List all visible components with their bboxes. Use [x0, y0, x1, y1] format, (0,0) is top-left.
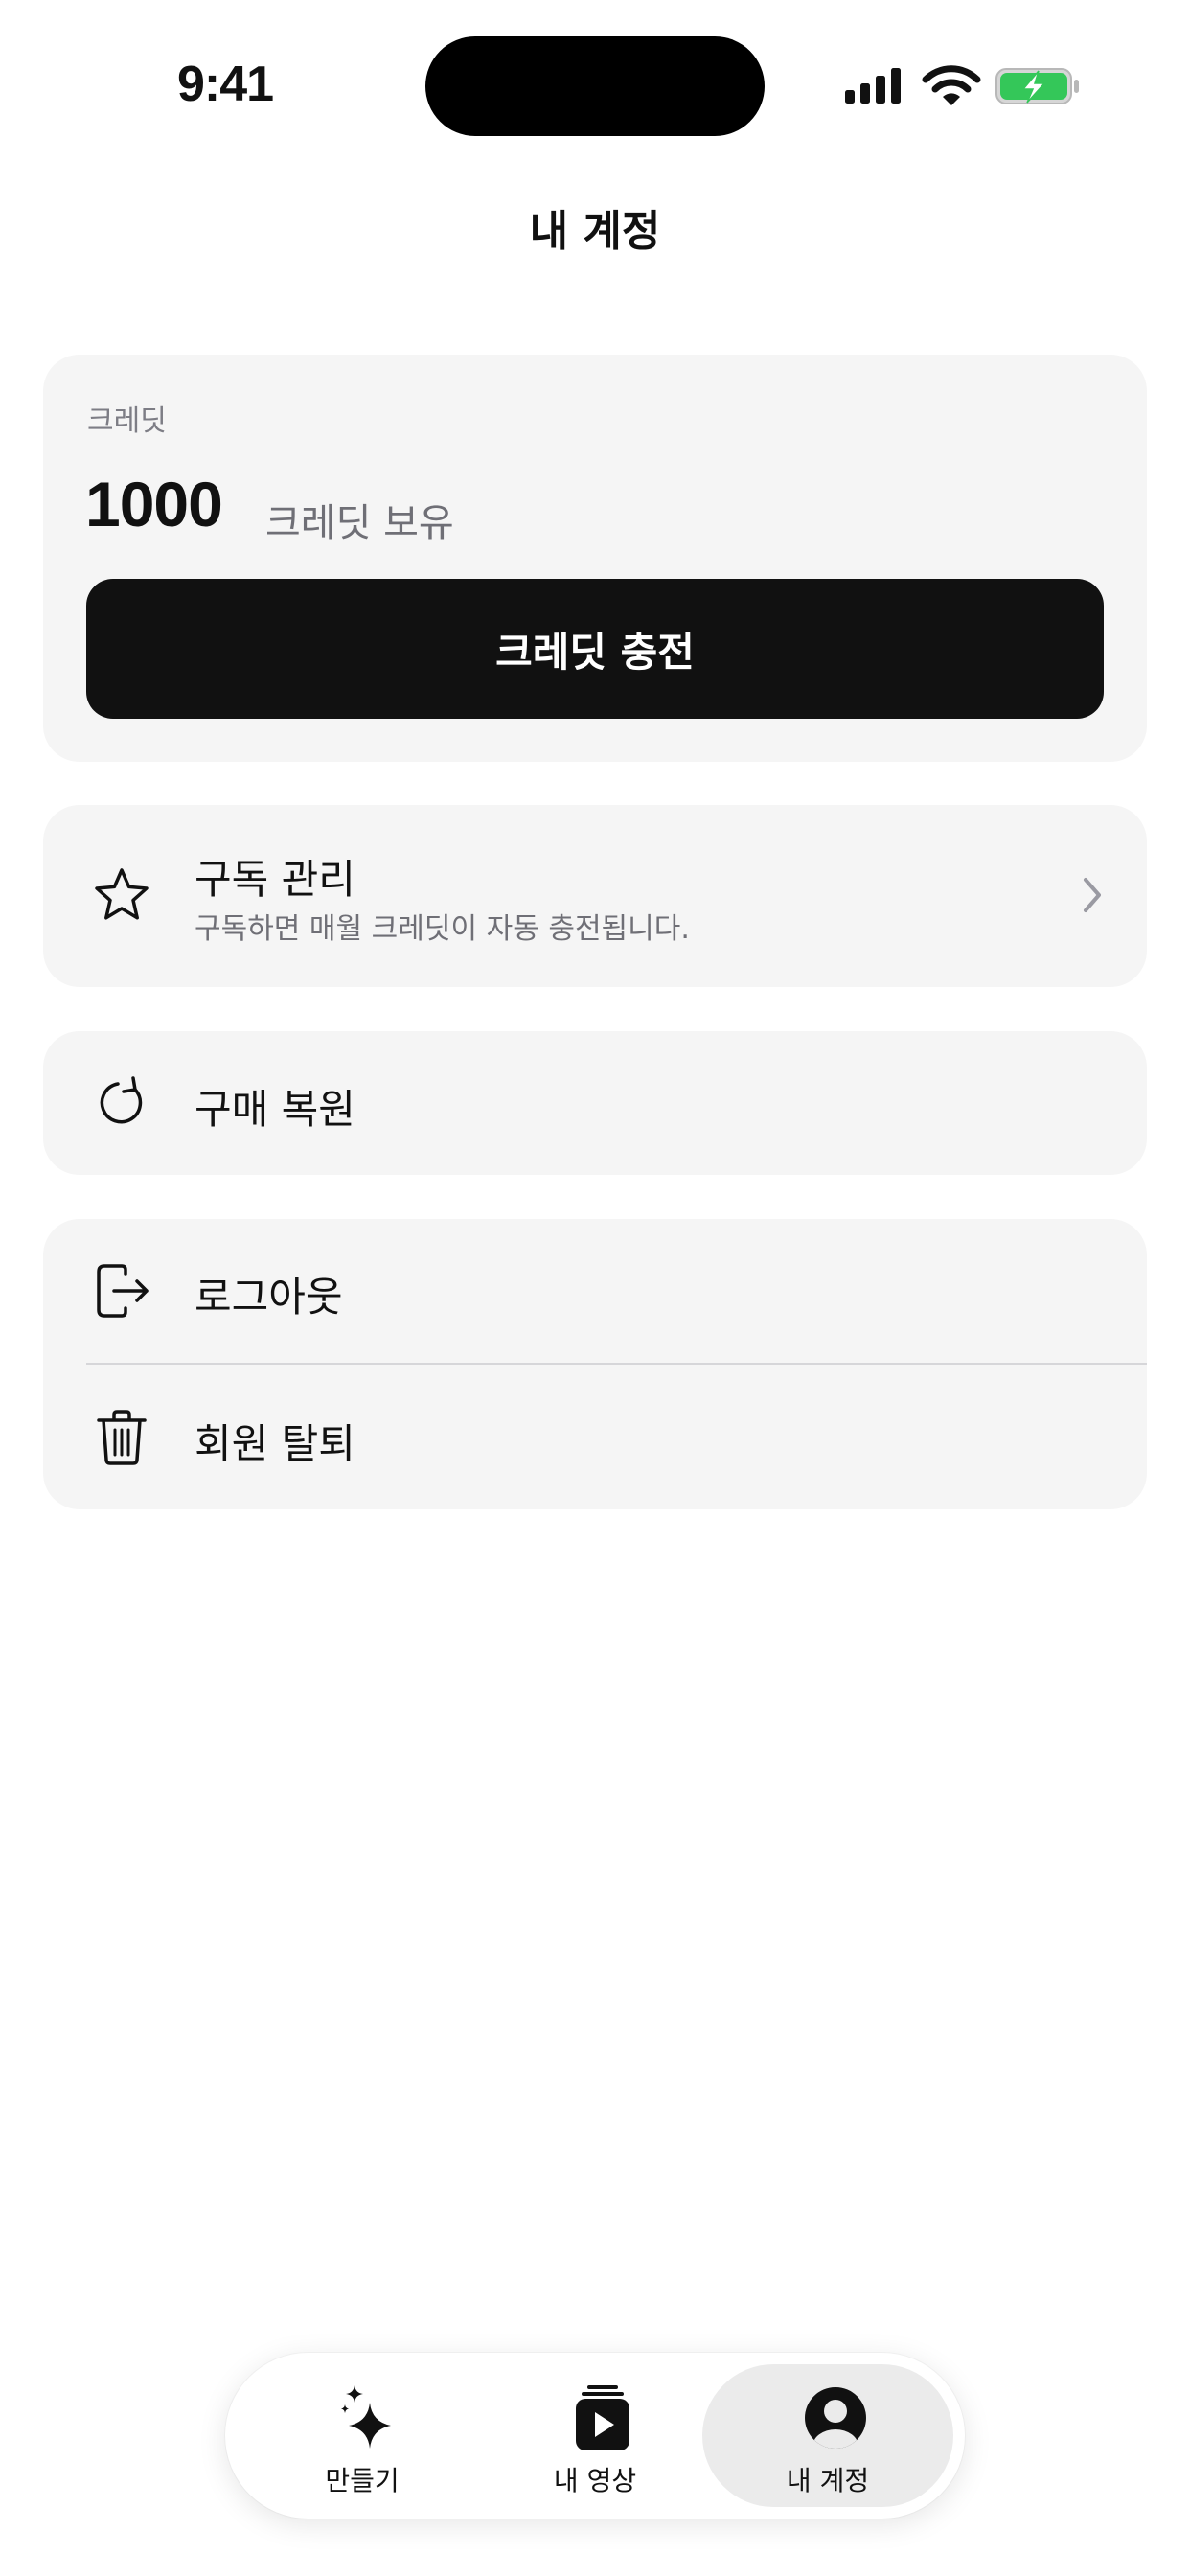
tab-my-account[interactable]: 내 계정 — [702, 2364, 953, 2507]
withdraw-row[interactable]: 회원 탈퇴 — [43, 1365, 1147, 1509]
logout-label: 로그아웃 — [195, 1274, 343, 1321]
withdraw-label: 회원 탈퇴 — [195, 1420, 355, 1467]
star-icon — [95, 868, 149, 920]
restore-purchases-row[interactable]: 구매 복원 — [43, 1031, 1147, 1175]
tab-my-account-label: 내 계정 — [786, 2465, 870, 2496]
subscription-description: 구독하면 매월 크레딧이 자동 충전됩니다. — [195, 912, 690, 946]
user-avatar-icon — [805, 2387, 866, 2449]
page-title: 내 계정 — [529, 207, 661, 256]
logout-icon — [97, 1264, 149, 1318]
account-actions-card: 로그아웃 회원 탈퇴 — [43, 1219, 1147, 1509]
cellular-signal-icon — [845, 68, 901, 104]
credit-card: 크레딧 1000 크레딧 보유 크레딧 충전 — [43, 355, 1147, 762]
account-screen: 9:41 내 계정 크레딧 1000 크레딧 보유 크레딧 충전 구독 관리 구… — [0, 0, 1190, 2576]
chevron-right-icon — [1084, 878, 1101, 912]
credit-label: 크레딧 — [87, 404, 167, 438]
tab-create-label: 만들기 — [325, 2465, 400, 2496]
credit-amount-suffix: 크레딧 보유 — [265, 501, 454, 545]
logout-row[interactable]: 로그아웃 — [43, 1219, 1147, 1363]
subscription-title: 구독 관리 — [195, 856, 355, 903]
tab-create[interactable]: 만들기 — [237, 2364, 488, 2507]
video-stack-icon — [576, 2385, 629, 2450]
refresh-icon — [100, 1076, 143, 1124]
restore-label: 구매 복원 — [195, 1086, 355, 1133]
tab-bar: 만들기 내 영상 내 계정 — [225, 2353, 965, 2518]
status-time: 9:41 — [176, 57, 274, 112]
charge-credits-button[interactable]: 크레딧 충전 — [86, 579, 1104, 719]
wifi-icon — [922, 65, 981, 105]
battery-charging-icon — [995, 68, 1079, 104]
sparkles-icon — [341, 2385, 391, 2449]
dynamic-island — [425, 36, 765, 136]
subscription-manage-row[interactable]: 구독 관리 구독하면 매월 크레딧이 자동 충전됩니다. — [43, 805, 1147, 987]
trash-icon — [97, 1410, 147, 1465]
tab-my-videos-label: 내 영상 — [553, 2465, 637, 2496]
credit-amount: 1000 — [85, 469, 223, 540]
tab-my-videos[interactable]: 내 영상 — [469, 2364, 721, 2507]
